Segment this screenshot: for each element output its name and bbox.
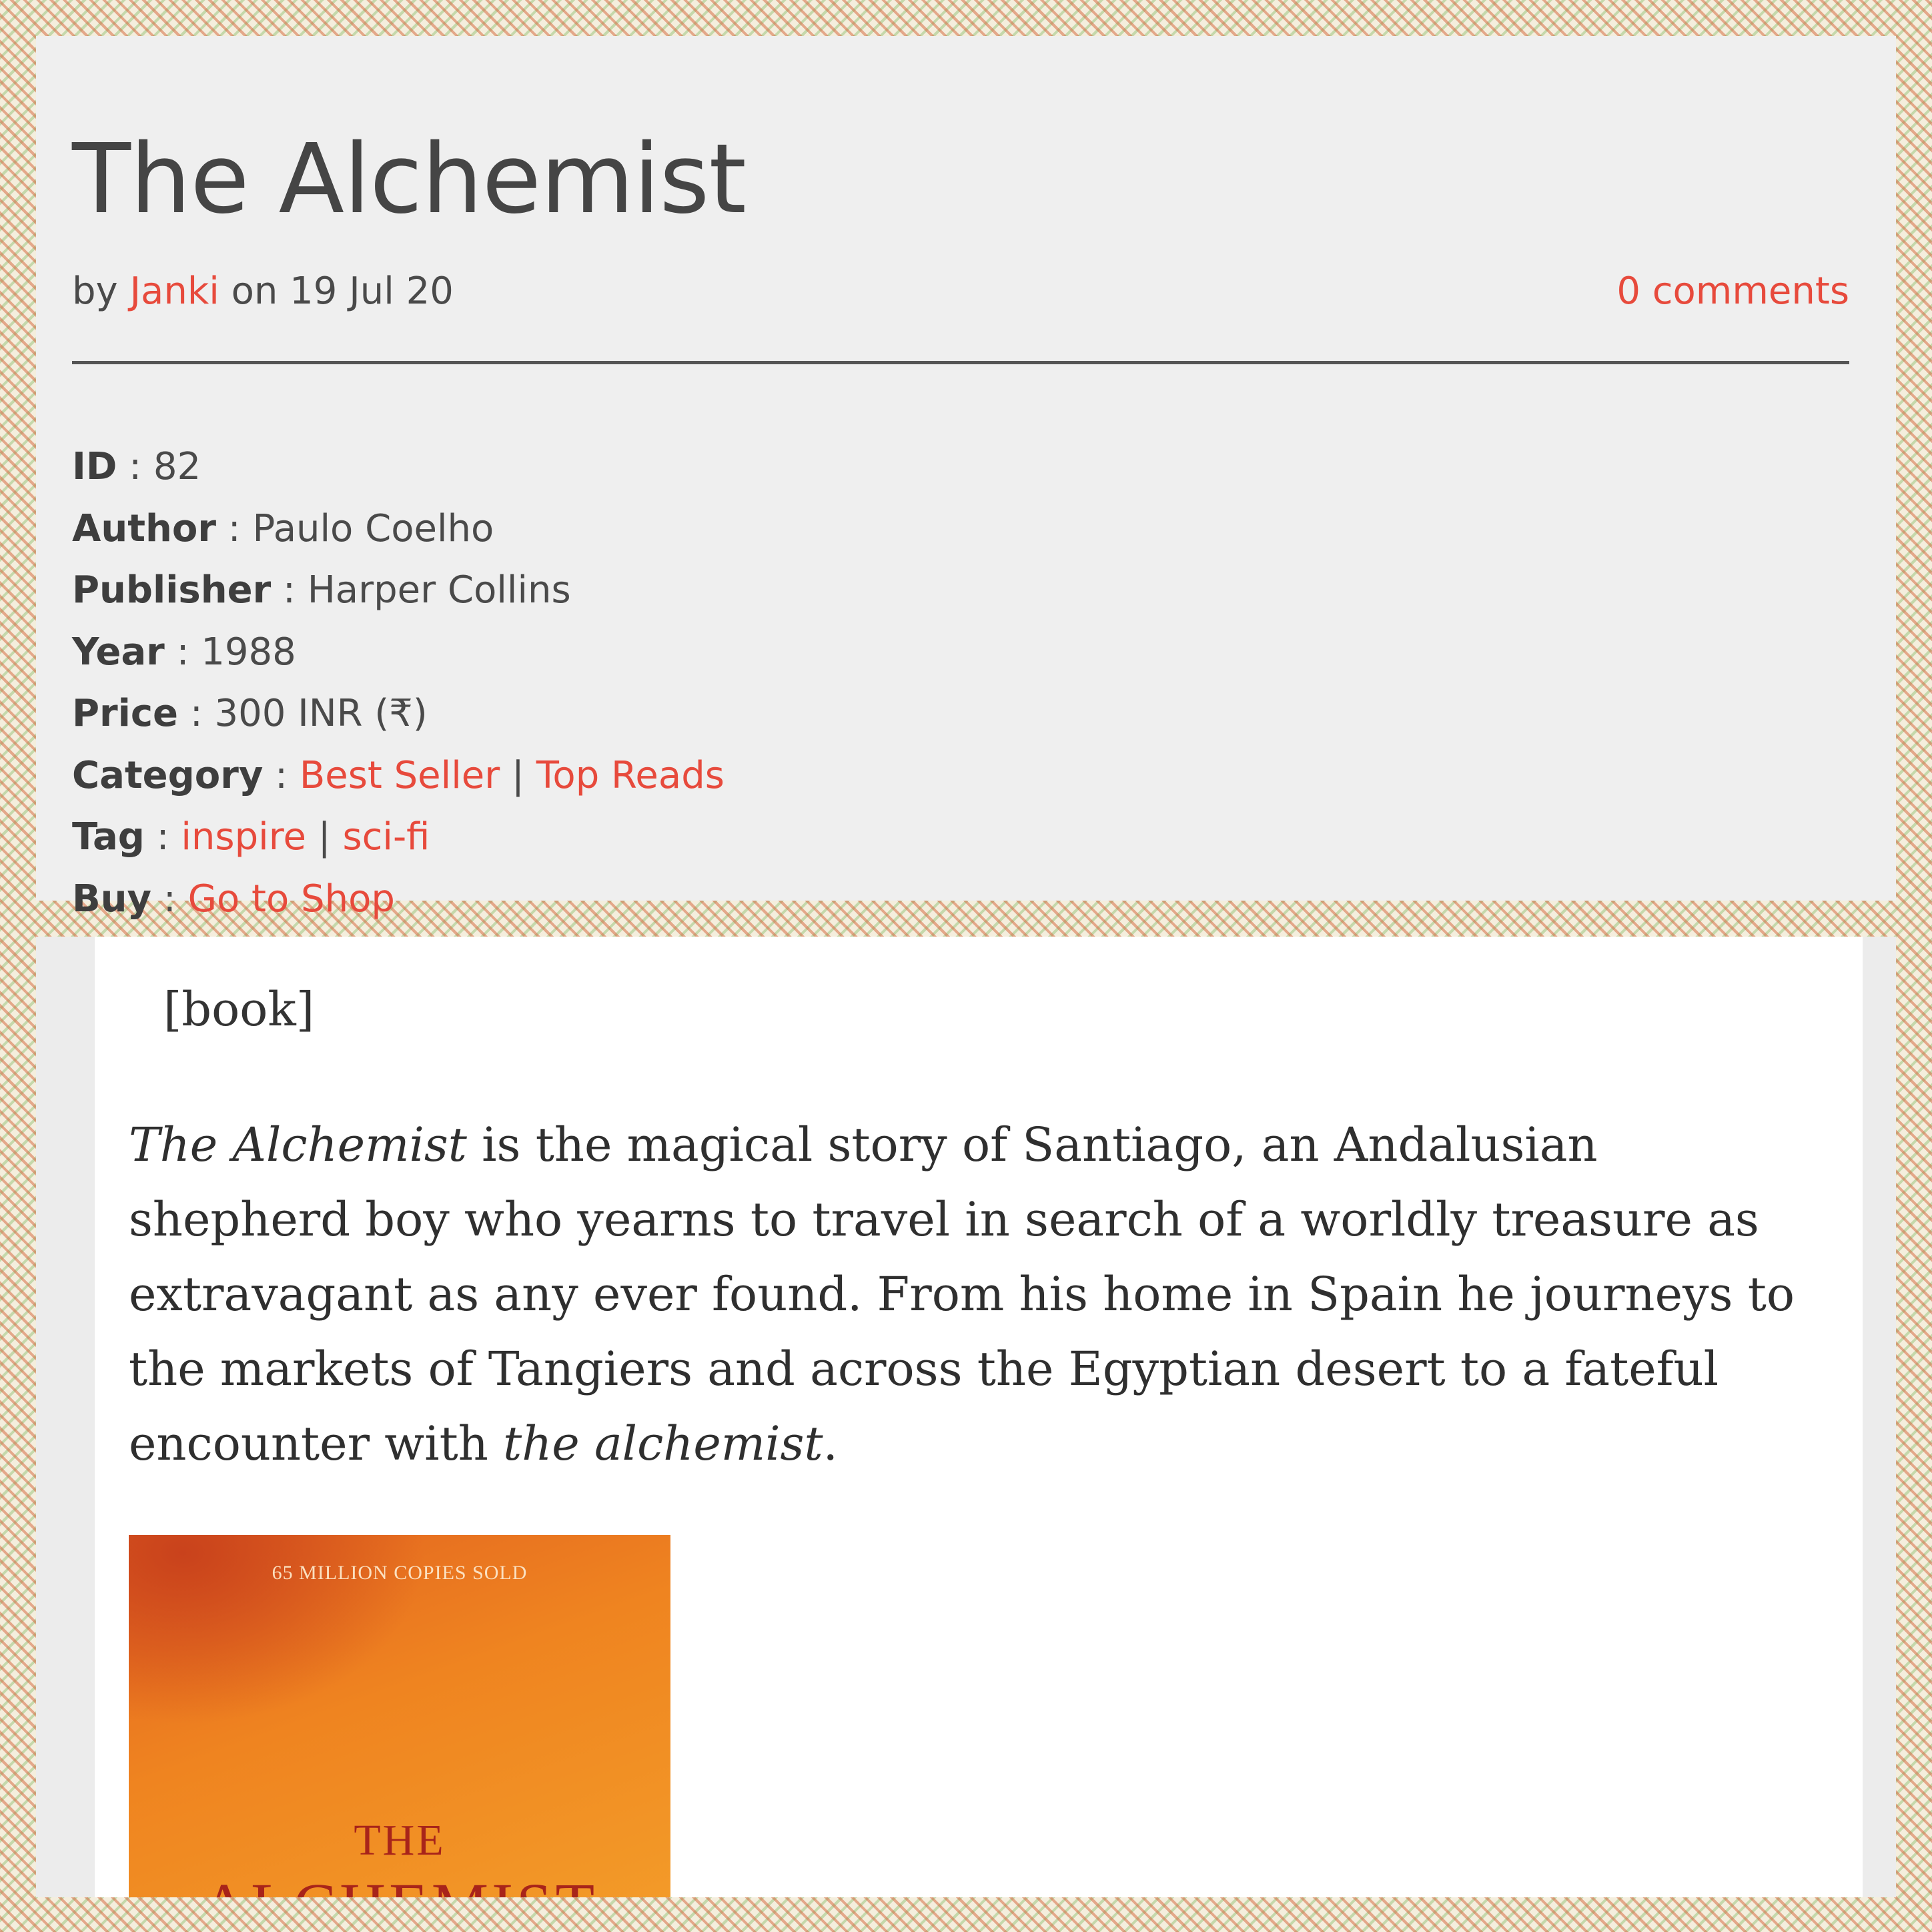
id-label: ID — [72, 445, 117, 488]
comments-link[interactable]: 0 comments — [1616, 270, 1849, 313]
cover-title-line1: THE — [354, 1816, 446, 1865]
year-value: 1988 — [201, 630, 296, 674]
cover-tagline: 65 MILLION COPIES SOLD — [272, 1562, 528, 1584]
content-right-gutter — [1863, 937, 1896, 1897]
year-label: Year — [72, 630, 165, 674]
author-link[interactable]: Janki — [130, 270, 219, 313]
tag-link-inspire[interactable]: inspire — [181, 815, 306, 859]
description-end-italic: the alchemist — [503, 1416, 823, 1471]
header-divider — [72, 361, 1849, 364]
post-meta: by Janki on 19 Jul 20 0 comments — [72, 270, 1849, 316]
info-row-author: Author : Paulo Coelho — [72, 506, 494, 550]
info-row-category: Category : Best Seller | Top Reads — [72, 753, 724, 797]
by-label: by — [72, 270, 118, 313]
post-date: on 19 Jul 20 — [231, 270, 454, 313]
book-info-list: ID : 82 Author : Paulo Coelho Publisher … — [72, 436, 724, 930]
category-link-best-seller[interactable]: Best Seller — [300, 754, 500, 797]
publisher-value: Harper Collins — [307, 568, 571, 612]
info-row-price: Price : 300 INR (₹) — [72, 692, 428, 735]
tag-link-sci-fi[interactable]: sci-fi — [342, 815, 430, 859]
buy-label: Buy — [72, 877, 152, 921]
go-to-shop-link[interactable]: Go to Shop — [188, 877, 395, 921]
info-row-year: Year : 1988 — [72, 630, 296, 674]
content-left-gutter — [36, 937, 95, 1897]
info-row-buy: Buy : Go to Shop — [72, 877, 395, 921]
id-value: 82 — [153, 445, 201, 488]
publisher-label: Publisher — [72, 568, 272, 612]
tag-label: Tag — [72, 815, 145, 859]
info-row-id: ID : 82 — [72, 445, 201, 488]
info-row-tag: Tag : inspire | sci-fi — [72, 815, 430, 859]
cover-title-line2: ALCHEMIST — [129, 1869, 670, 1897]
post-header-panel: The Alchemist by Janki on 19 Jul 20 0 co… — [36, 36, 1896, 921]
description-title-italic: The Alchemist — [129, 1117, 467, 1172]
price-value: 300 INR (₹) — [214, 692, 428, 735]
author-value: Paulo Coelho — [252, 506, 494, 550]
post-title: The Alchemist — [72, 123, 747, 235]
author-label: Author — [72, 506, 216, 550]
category-label: Category — [72, 753, 264, 797]
book-description: The Alchemist is the magical story of Sa… — [129, 1117, 1795, 1471]
book-cover-image[interactable]: 65 MILLION COPIES SOLD THE ALCHEMIST — [129, 1535, 670, 1897]
info-row-publisher: Publisher : Harper Collins — [72, 568, 571, 612]
category-link-top-reads[interactable]: Top Reads — [536, 754, 724, 797]
book-shortcode: [book] — [163, 982, 315, 1037]
price-label: Price — [72, 692, 179, 735]
